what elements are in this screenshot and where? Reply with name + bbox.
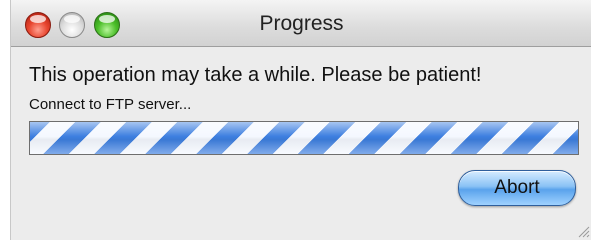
progress-window: Progress This operation may take a while… <box>10 0 591 240</box>
abort-button[interactable]: Abort <box>458 170 576 206</box>
status-text: Connect to FTP server... <box>29 96 192 113</box>
window-title: Progress <box>259 12 344 35</box>
progress-bar-fill <box>30 122 578 154</box>
progress-bar <box>29 121 579 155</box>
info-message: This operation may take a while. Please … <box>29 64 482 86</box>
resize-grip-icon[interactable] <box>576 224 590 238</box>
title-bar[interactable]: Progress <box>11 0 591 47</box>
